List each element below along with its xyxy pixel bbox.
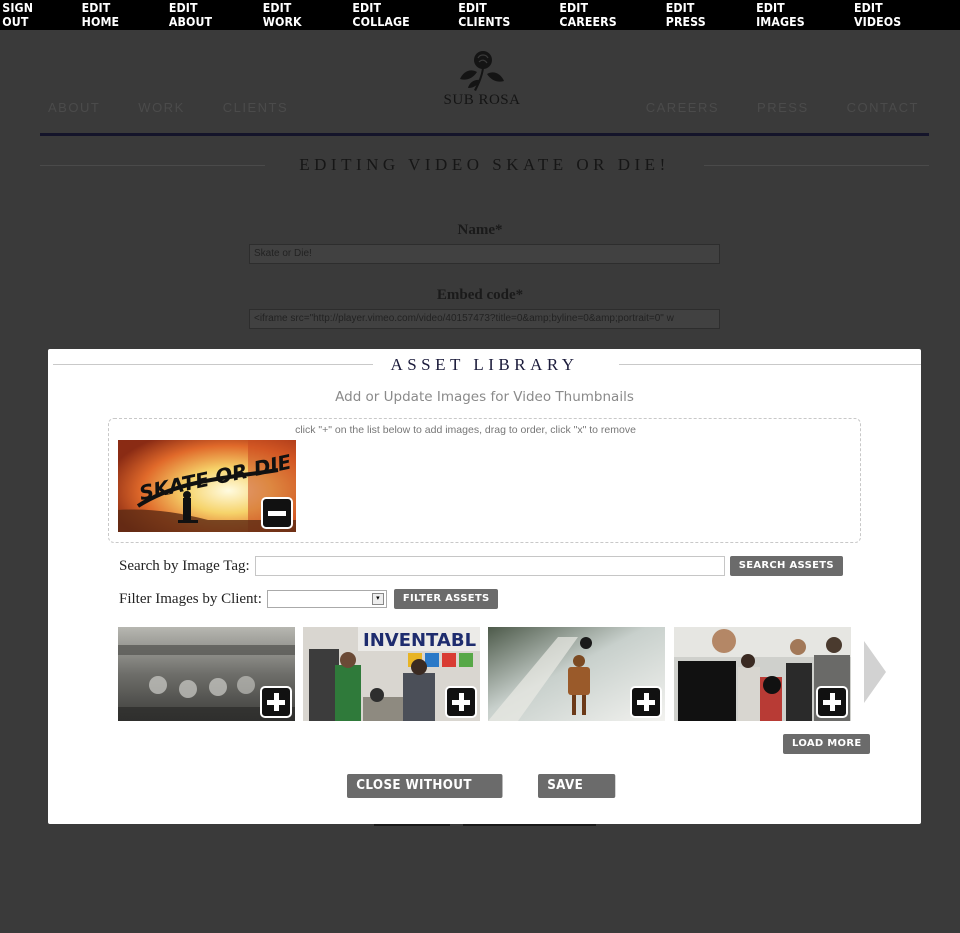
- modal-subtitle: Add or Update Images for Video Thumbnail…: [335, 389, 634, 405]
- search-input[interactable]: [254, 556, 725, 576]
- edit-home-link[interactable]: EDIT HOME: [81, 1, 142, 29]
- modal-divider-right: [619, 364, 921, 365]
- select-arrow-icon: ▾: [371, 593, 384, 605]
- logo-text: SUB ROSA: [443, 92, 521, 108]
- embed-code-field[interactable]: <iframe src="http://player.vimeo.com/vid…: [249, 309, 720, 329]
- search-row: Search by Image Tag: SEARCH ASSETS: [119, 556, 843, 576]
- edit-clients-link[interactable]: EDIT CLIENTS: [458, 1, 532, 29]
- add-icon[interactable]: [260, 686, 292, 718]
- filter-label: Filter Images by Client:: [119, 590, 262, 607]
- site-header: ABOUT WORK CLIENTS SUB ROSA CAREERS PRES…: [40, 30, 929, 136]
- sign-out-link[interactable]: SIGN OUT: [2, 1, 55, 29]
- add-icon[interactable]: [445, 686, 477, 718]
- library-thumbnail[interactable]: [118, 627, 295, 721]
- load-more-button[interactable]: LOAD MORE: [783, 734, 871, 754]
- selected-images-dropzone[interactable]: click "+" on the list below to add image…: [108, 418, 861, 543]
- nav-item-about[interactable]: ABOUT: [48, 100, 100, 115]
- nav-left: ABOUT WORK CLIENTS: [48, 100, 326, 115]
- edit-press-link[interactable]: EDIT PRESS: [666, 1, 729, 29]
- title-divider-right: [704, 165, 929, 166]
- nav-item-careers[interactable]: CAREERS: [646, 100, 719, 115]
- nav-item-contact[interactable]: CONTACT: [847, 100, 919, 115]
- asset-library-row: INVENTABL: [118, 627, 863, 721]
- page-title-row: EDITING VIDEO SKATE OR DIE!: [40, 155, 929, 177]
- modal-title: ASSET LIBRARY: [390, 355, 579, 374]
- nav-item-press[interactable]: PRESS: [757, 100, 809, 115]
- modal-title-row: ASSET LIBRARY: [48, 355, 921, 375]
- close-without-saving-button[interactable]: CLOSE WITHOUT SAVING: [347, 774, 503, 817]
- logo[interactable]: SUB ROSA: [432, 48, 532, 109]
- name-field[interactable]: Skate or Die!: [249, 244, 720, 264]
- modal-footer: CLOSE WITHOUT SAVING SAVE THIS: [347, 774, 622, 817]
- name-label: Name*: [457, 222, 503, 238]
- nav-right: CAREERS PRESS CONTACT: [608, 100, 919, 115]
- filter-row: Filter Images by Client: ▾ FILTER ASSETS: [119, 589, 499, 609]
- admin-bar: SIGN OUT EDIT HOME EDIT ABOUT EDIT WORK …: [0, 0, 960, 30]
- search-label: Search by Image Tag:: [119, 557, 250, 574]
- client-select[interactable]: ▾: [266, 590, 387, 608]
- library-thumbnail[interactable]: [674, 627, 851, 721]
- add-icon[interactable]: [816, 686, 848, 718]
- remove-icon[interactable]: [261, 497, 293, 529]
- edit-about-link[interactable]: EDIT ABOUT: [169, 1, 235, 29]
- dropzone-hint: click "+" on the list below to add image…: [295, 424, 636, 436]
- library-thumbnail[interactable]: INVENTABL: [303, 627, 480, 721]
- embed-code-label: Embed code*: [436, 287, 524, 303]
- next-arrow-icon[interactable]: [864, 641, 886, 703]
- search-assets-button[interactable]: SEARCH ASSETS: [729, 556, 843, 576]
- filter-assets-button[interactable]: FILTER ASSETS: [393, 589, 499, 609]
- selected-thumbnail[interactable]: SKATE OR DIE: [118, 440, 296, 532]
- edit-careers-link[interactable]: EDIT CAREERS: [560, 1, 639, 29]
- nav-item-work[interactable]: WORK: [138, 100, 184, 115]
- add-icon[interactable]: [630, 686, 662, 718]
- rose-logo-icon: [460, 51, 504, 91]
- asset-library-modal: ASSET LIBRARY Add or Update Images for V…: [48, 349, 921, 824]
- nav-item-clients[interactable]: CLIENTS: [223, 100, 288, 115]
- edit-work-link[interactable]: EDIT WORK: [262, 1, 325, 29]
- library-thumbnail[interactable]: [488, 627, 665, 721]
- edit-collage-link[interactable]: EDIT COLLAGE: [352, 1, 431, 29]
- edit-images-link[interactable]: EDIT IMAGES: [756, 1, 827, 29]
- save-this-button[interactable]: SAVE THIS: [538, 774, 616, 817]
- edit-videos-link[interactable]: EDIT VIDEOS: [854, 1, 924, 29]
- inventables-text: INVENTABL: [363, 630, 476, 651]
